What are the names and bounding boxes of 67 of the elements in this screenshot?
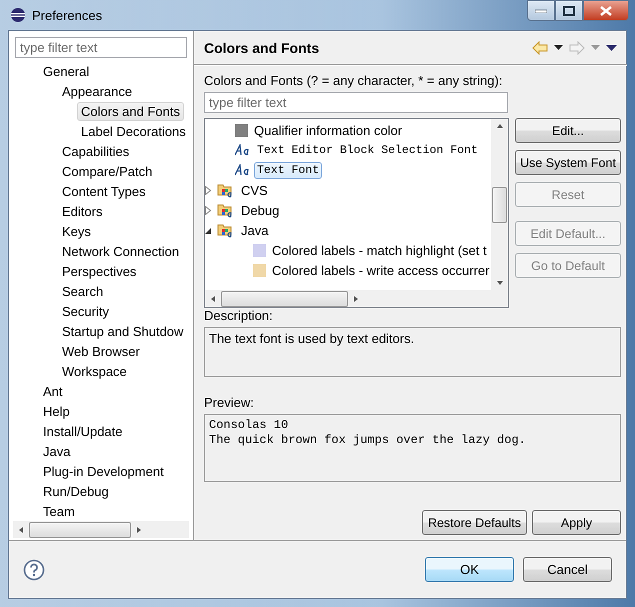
button[interactable]: Cancel [523, 557, 612, 582]
menu-icon[interactable] [606, 44, 617, 50]
button[interactable]: Use System Font [515, 150, 621, 175]
intro-label: Colors and Fonts (? = any character, * = any string): [204, 73, 504, 88]
tree-item[interactable]: Run/Debug [39, 482, 113, 500]
button[interactable]: Restore Defaults [422, 510, 527, 535]
tree-item[interactable]: Compare/Patch [58, 162, 156, 180]
minimize-icon [535, 8, 547, 12]
tree-item[interactable]: Qualifier information color [251, 120, 406, 140]
tree-item[interactable]: Keys [58, 222, 95, 240]
tree-item[interactable]: Content Types [58, 182, 150, 200]
collapse-arrow-icon[interactable] [205, 226, 212, 234]
window-title: Preferences [32, 8, 102, 22]
tree-item[interactable]: Startup and Shutdow [58, 322, 188, 340]
close-button[interactable] [583, 0, 629, 21]
maximize-icon [563, 6, 575, 16]
tree-item[interactable]: Appearance [58, 82, 136, 100]
expand-arrow-icon[interactable] [205, 206, 212, 214]
filter-field[interactable]: type filter text [204, 92, 508, 113]
tree-item[interactable]: Java [39, 442, 74, 460]
close-icon [600, 6, 612, 16]
tree-item[interactable]: Text Font [254, 162, 322, 178]
tree-item[interactable]: Debug [238, 200, 282, 220]
horizontal-scrollbar[interactable] [205, 290, 508, 307]
tree-item[interactable]: Search [58, 282, 108, 300]
tree-item[interactable]: Colored labels - match highlight (set t [269, 240, 490, 260]
description-label: Description: [204, 308, 274, 323]
font-icon [235, 164, 251, 176]
tree-item[interactable]: Install/Update [39, 422, 126, 440]
tree-item[interactable]: CVS [238, 180, 271, 200]
tree-item[interactable]: Label Decorations [77, 122, 190, 140]
tree-item[interactable]: Colored labels - write access occurrer [269, 260, 491, 280]
button[interactable]: OK [425, 557, 514, 582]
tree-item[interactable]: Perspectives [58, 262, 140, 280]
description-text: The text font is used by text editors. [204, 327, 621, 377]
maximize-button[interactable] [555, 0, 583, 21]
tree-item[interactable]: Editors [58, 202, 106, 220]
button[interactable]: Edit... [515, 118, 621, 143]
scroll-thumb[interactable] [492, 187, 507, 223]
page-title: Colors and Fonts [204, 40, 320, 56]
tree-item[interactable]: Workspace [58, 362, 131, 380]
preview-area: Consolas 10 The quick brown fox jumps over the lazy dog. [204, 414, 621, 482]
tree-item[interactable]: Network Connection [58, 242, 184, 260]
font-icon [235, 144, 251, 156]
vertical-scrollbar[interactable] [491, 119, 508, 290]
tree-item[interactable]: Web Browser [58, 342, 144, 360]
preview-label: Preview: [204, 395, 255, 410]
filter-field[interactable]: type filter text [15, 37, 187, 58]
help-icon[interactable] [23, 558, 45, 580]
tree-item[interactable]: Capabilities [58, 142, 134, 160]
tree-item[interactable]: Plug-in Development [39, 462, 168, 480]
button[interactable]: Apply [532, 510, 621, 535]
app-icon [10, 7, 26, 23]
tree-item[interactable]: Team [39, 502, 79, 520]
scroll-thumb[interactable] [221, 290, 348, 306]
expand-arrow-icon[interactable] [205, 186, 212, 194]
horizontal-scrollbar[interactable] [13, 521, 189, 538]
tree-item[interactable]: Security [58, 302, 113, 320]
tree-item[interactable]: Java [238, 220, 272, 240]
tree-item[interactable]: Colors and Fonts [77, 102, 184, 120]
minimize-button[interactable] [527, 0, 555, 21]
tree-item[interactable]: Help [39, 402, 74, 420]
tree-item[interactable]: Text Editor Block Selection Font [254, 142, 481, 158]
caret-icon[interactable] [554, 45, 563, 50]
tree-item[interactable]: Ant [39, 382, 67, 400]
tree-item[interactable]: General [39, 62, 94, 80]
scroll-thumb[interactable] [29, 522, 131, 538]
